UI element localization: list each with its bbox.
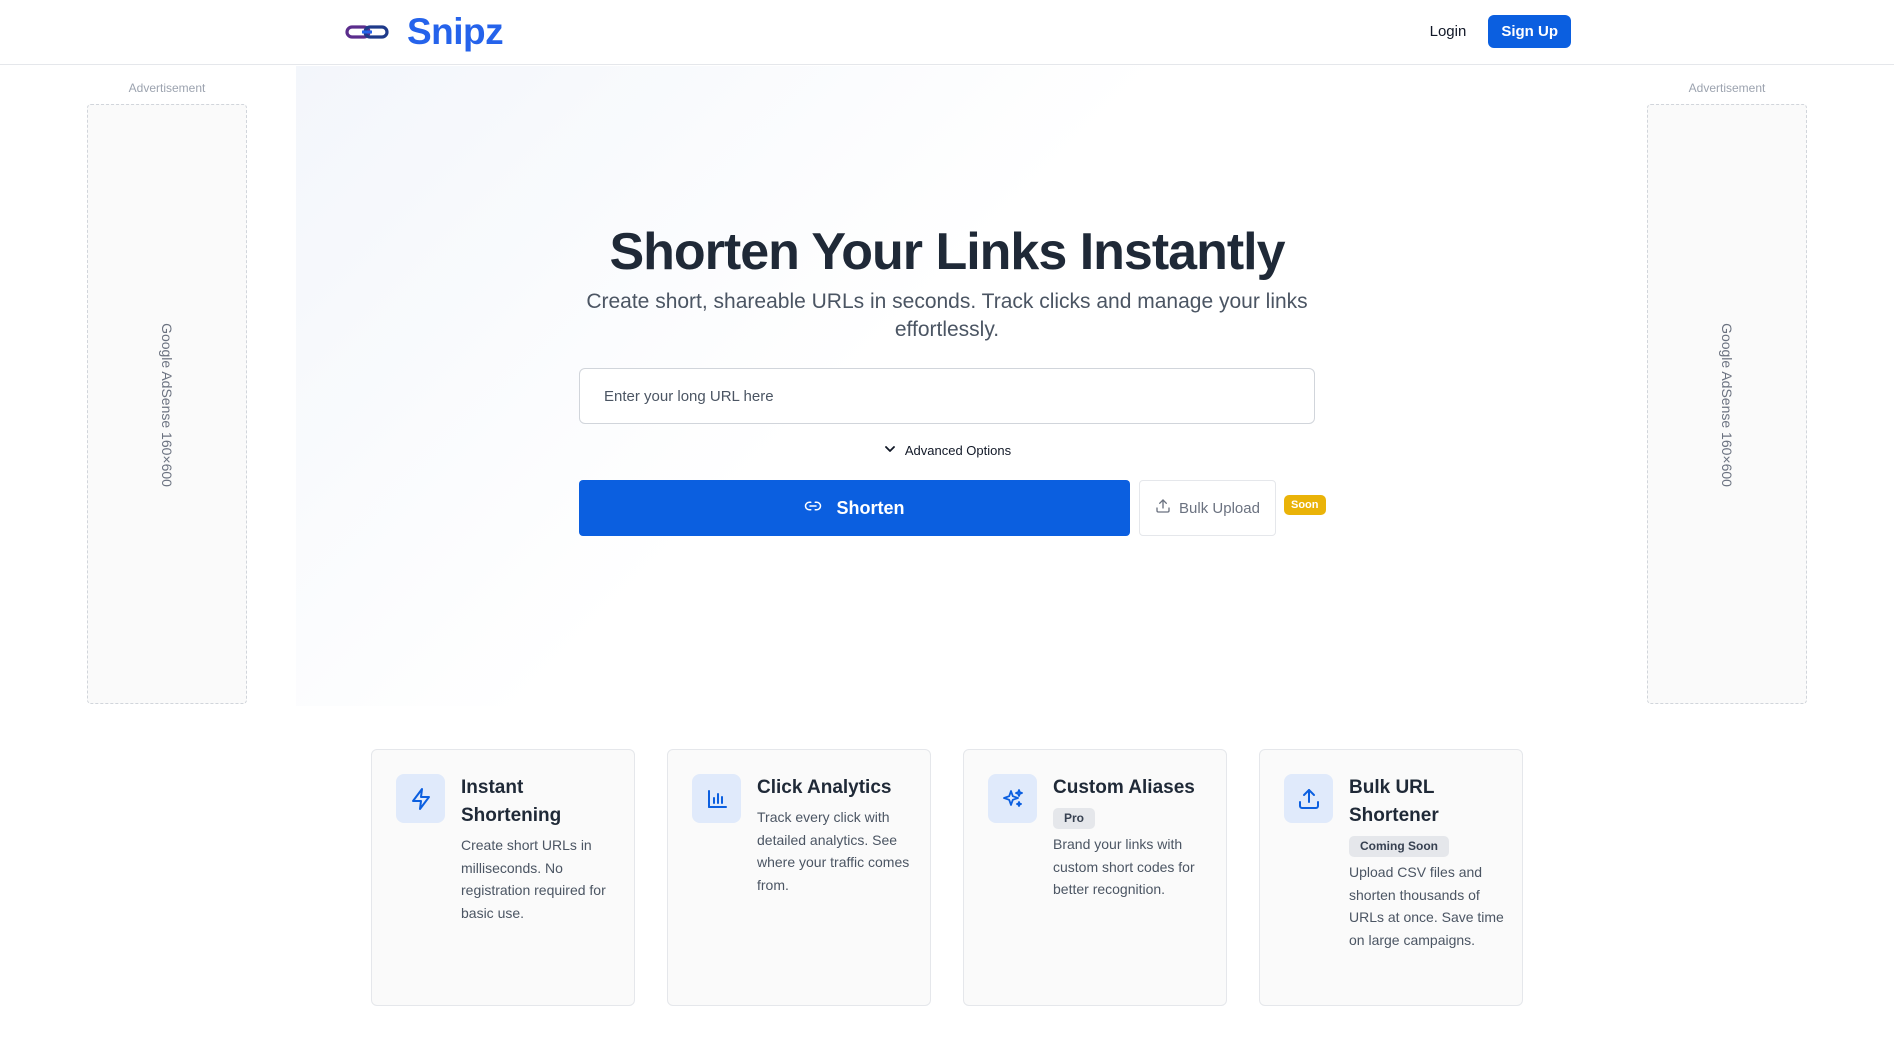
link-icon	[804, 497, 822, 520]
ad-slot-left: Google AdSense 160×600	[87, 104, 247, 704]
chevron-down-icon	[883, 442, 897, 459]
soon-badge: Soon	[1284, 495, 1326, 515]
upload-icon	[1155, 498, 1171, 518]
shorten-button-label: Shorten	[836, 497, 905, 518]
ad-placeholder-left: Google AdSense 160×600	[159, 323, 175, 487]
logo-text: Snipz	[407, 11, 504, 52]
advanced-options-label: Advanced Options	[904, 443, 1012, 458]
site-header: Snipz Login Sign Up	[0, 0, 1894, 65]
feature-description: Upload CSV files and shorten thousands o…	[1349, 864, 1504, 948]
header-nav: Login Sign Up	[1430, 15, 1571, 48]
bulk-upload-button[interactable]: Bulk Upload	[1139, 480, 1276, 536]
ad-placeholder-right: Google AdSense 160×600	[1719, 323, 1735, 487]
bar-chart-icon	[692, 774, 741, 823]
hero-subtitle: Create short, shareable URLs in seconds.…	[586, 290, 1308, 341]
feature-title: Custom Aliases	[1053, 777, 1195, 798]
logo[interactable]: Snipz	[345, 10, 504, 54]
advanced-options-toggle[interactable]: Advanced Options	[0, 442, 1894, 459]
ad-slot-right: Google AdSense 160×600	[1647, 104, 1807, 704]
bulk-upload-label: Bulk Upload	[1179, 499, 1260, 517]
hero-title: Shorten Your Links Instantly	[609, 223, 1285, 281]
coming-soon-badge: Coming Soon	[1349, 836, 1449, 857]
link-logo-icon	[345, 22, 389, 42]
feature-card-bulk-url-shortener: Bulk URL Shortener Coming Soon Upload CS…	[1259, 749, 1523, 1006]
feature-card-instant-shortening: Instant Shortening Create short URLs in …	[371, 749, 635, 1006]
lightning-icon	[396, 774, 445, 823]
feature-card-click-analytics: Click Analytics Track every click with d…	[667, 749, 931, 1006]
feature-description: Create short URLs in milliseconds. No re…	[461, 837, 606, 921]
pro-badge: Pro	[1053, 808, 1096, 829]
feature-card-custom-aliases: Custom Aliases Pro Brand your links with…	[963, 749, 1227, 1006]
ad-label-right: Advertisement	[1688, 81, 1766, 95]
feature-title: Click Analytics	[757, 777, 892, 798]
feature-title: Bulk URL Shortener	[1349, 777, 1439, 826]
ad-label-left: Advertisement	[128, 81, 206, 95]
feature-title: Instant Shortening	[461, 777, 562, 826]
feature-description: Track every click with detailed analytic…	[757, 809, 910, 893]
sparkles-icon	[988, 774, 1037, 823]
url-input[interactable]	[579, 368, 1315, 424]
feature-description: Brand your links with custom short codes…	[1053, 836, 1195, 897]
upload-icon	[1284, 774, 1333, 823]
shorten-button[interactable]: Shorten	[579, 480, 1130, 536]
signup-button[interactable]: Sign Up	[1488, 15, 1571, 48]
login-link[interactable]: Login	[1430, 23, 1467, 40]
